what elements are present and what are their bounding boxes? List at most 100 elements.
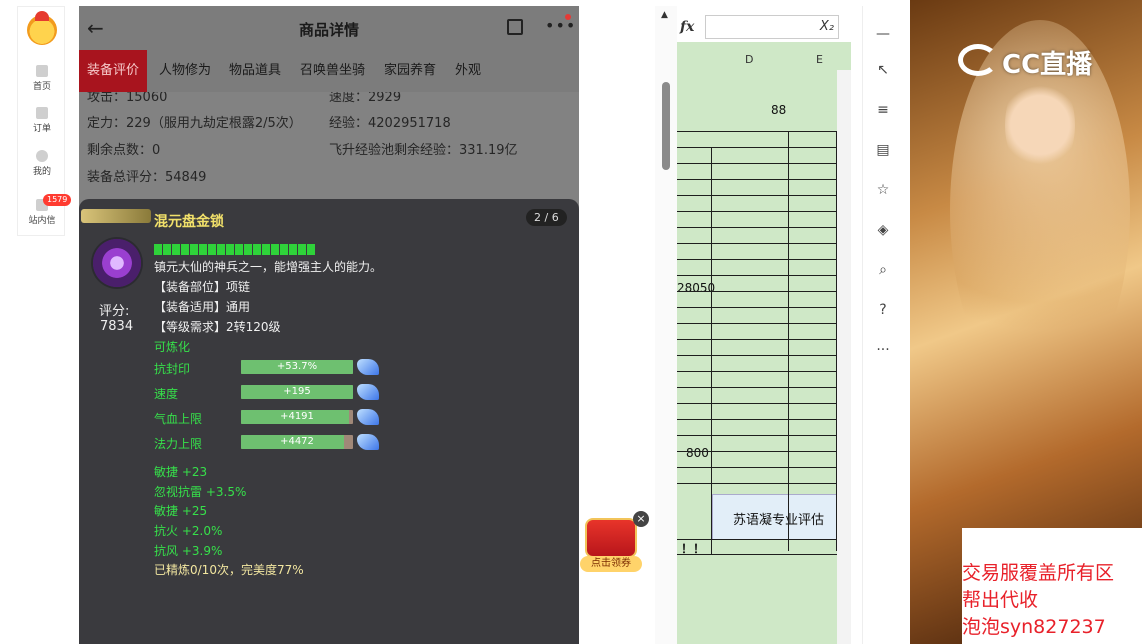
sliders-icon[interactable]: ≡ [875,102,891,118]
nav-messages[interactable]: 1579 站内信 [18,194,72,226]
grid-line [677,275,837,276]
share-icon[interactable] [507,19,523,35]
item-tooltip-card: 混元盘金锁 2 / 6 评分: 7834 镇元大仙的神兵之一，能增强主人的能力。… [79,199,579,644]
durability-blocks [154,240,316,255]
refine-status: 已精炼0/10次，完美度77% [154,563,304,577]
durability-block [181,244,189,255]
column-header: D E [677,50,851,70]
item-slot: 【装备部位】项链 [154,280,251,294]
durability-block [154,244,162,255]
formula-expand-icon[interactable]: X₂ [820,19,834,34]
close-icon[interactable]: × [633,511,649,527]
tab-character[interactable]: 人物修为 [151,50,219,92]
product-detail-panel: ← 商品详情 ••• 装备评价 人物修为 物品道具 召唤兽坐骑 家园养育 外观 … [79,6,579,644]
page-title: 商品详情 [298,21,359,39]
notification-dot [565,14,571,20]
refine-bar-label: 速度 [154,387,179,401]
coupon-envelope[interactable]: 点击领券 [580,518,642,576]
grid-line [677,371,837,372]
tab-appearance[interactable]: 外观 [447,50,489,92]
durability-block [217,244,225,255]
streamer-face [1005,70,1075,180]
scroll-up-icon[interactable]: ▲ [661,10,668,20]
cell-value[interactable]: 88 [771,103,786,117]
extra-attr: 敏捷 +23 [154,465,208,479]
durability-block [199,244,207,255]
promo-overlay: 交易服覆盖所有区 帮出代收 泡泡syn827237 [962,528,1142,644]
grid-line [677,387,837,388]
refine-bar: +53.7% [241,360,353,374]
nav-home-label: 首页 [32,82,51,92]
tab-items[interactable]: 物品道具 [221,50,289,92]
wing-icon[interactable] [357,384,379,400]
item-name: 混元盘金锁 [154,214,224,230]
item-ribbon [81,209,151,223]
stat-equip-score: 装备总评分：54849 [87,170,207,185]
ai-icon[interactable]: ◈ [875,222,891,238]
detail-tabs: 装备评价 人物修为 物品道具 召唤兽坐骑 家园养育 外观 [79,50,579,92]
grid-line [677,339,837,340]
help-icon[interactable]: ? [875,302,891,318]
nav-orders[interactable]: 订单 [18,107,66,134]
search-doc-icon[interactable]: ⌕ [875,262,891,278]
tab-home[interactable]: 家园养育 [376,50,444,92]
layout-icon[interactable]: ▤ [875,142,891,158]
durability-block [244,244,252,255]
wing-icon[interactable] [357,359,379,375]
cell-value[interactable]: 800 [686,446,709,460]
durability-block [271,244,279,255]
grid-line [677,291,837,292]
cursor-icon[interactable]: ↖ [875,62,891,78]
more-dots-icon[interactable]: ··· [875,342,891,358]
stream-logo: CC直播 [1002,50,1093,80]
durability-block [298,244,306,255]
nav-mine[interactable]: 我的 [18,150,66,177]
tab-pets[interactable]: 召唤兽坐骑 [292,50,373,92]
score-value: 7834 [100,319,134,334]
cell-value[interactable]: 28050 [677,281,715,295]
grid-line [677,483,837,484]
grid-line [677,554,837,555]
column-e[interactable]: E [816,53,823,66]
durability-block [280,244,288,255]
extra-attr: 忽视抗雷 +3.5% [154,485,247,499]
nav-messages-label: 站内信 [28,216,56,226]
grid-line [677,451,837,452]
grid-line [677,323,837,324]
sheet-scrollbar[interactable] [837,70,851,644]
more-icon[interactable]: ••• [545,16,576,35]
score-label: 评分: [99,304,130,319]
stat-ding-li: 定力：229（服用九劫定根露2/5次） [87,116,302,131]
refinable-label: 可炼化 [154,340,191,354]
necklace-icon [91,237,143,289]
order-icon [36,107,48,119]
detail-header: ← 商品详情 ••• [79,6,579,50]
wing-icon[interactable] [357,409,379,425]
scroll-thumb[interactable] [662,82,670,170]
column-d[interactable]: D [745,53,753,66]
user-icon [36,150,48,162]
wing-icon[interactable] [357,434,379,450]
nav-home[interactable]: 首页 [18,65,66,92]
minimize-icon[interactable]: — [875,26,891,42]
fx-icon[interactable]: fx [680,19,694,35]
grid-line [677,211,837,212]
grid-line [677,419,837,420]
assessment-cell[interactable]: 苏语凝专业评估 [712,494,837,540]
app-logo-icon[interactable] [27,11,57,45]
assessment-text: 苏语凝专业评估 [733,513,825,528]
nav-orders-label: 订单 [32,124,51,134]
formula-input[interactable]: X₂ [705,15,839,39]
panel-scrollbar[interactable]: ▲ [655,6,677,644]
coupon-label: 点击领券 [580,556,642,572]
stat-feisheng-exp: 飞升经验池剩余经验：331.19亿 [329,143,518,158]
durability-block [208,244,216,255]
message-count-badge: 1579 [43,194,72,206]
grid-line [711,147,712,554]
extra-attr: 敏捷 +25 [154,504,208,518]
formula-bar: fx X₂ [677,6,851,42]
tab-equipment[interactable]: 装备评价 [79,50,148,92]
refine-bar-value: +4472 [280,436,314,447]
page-indicator: 2 / 6 [526,209,567,226]
star-icon[interactable]: ☆ [875,182,891,198]
